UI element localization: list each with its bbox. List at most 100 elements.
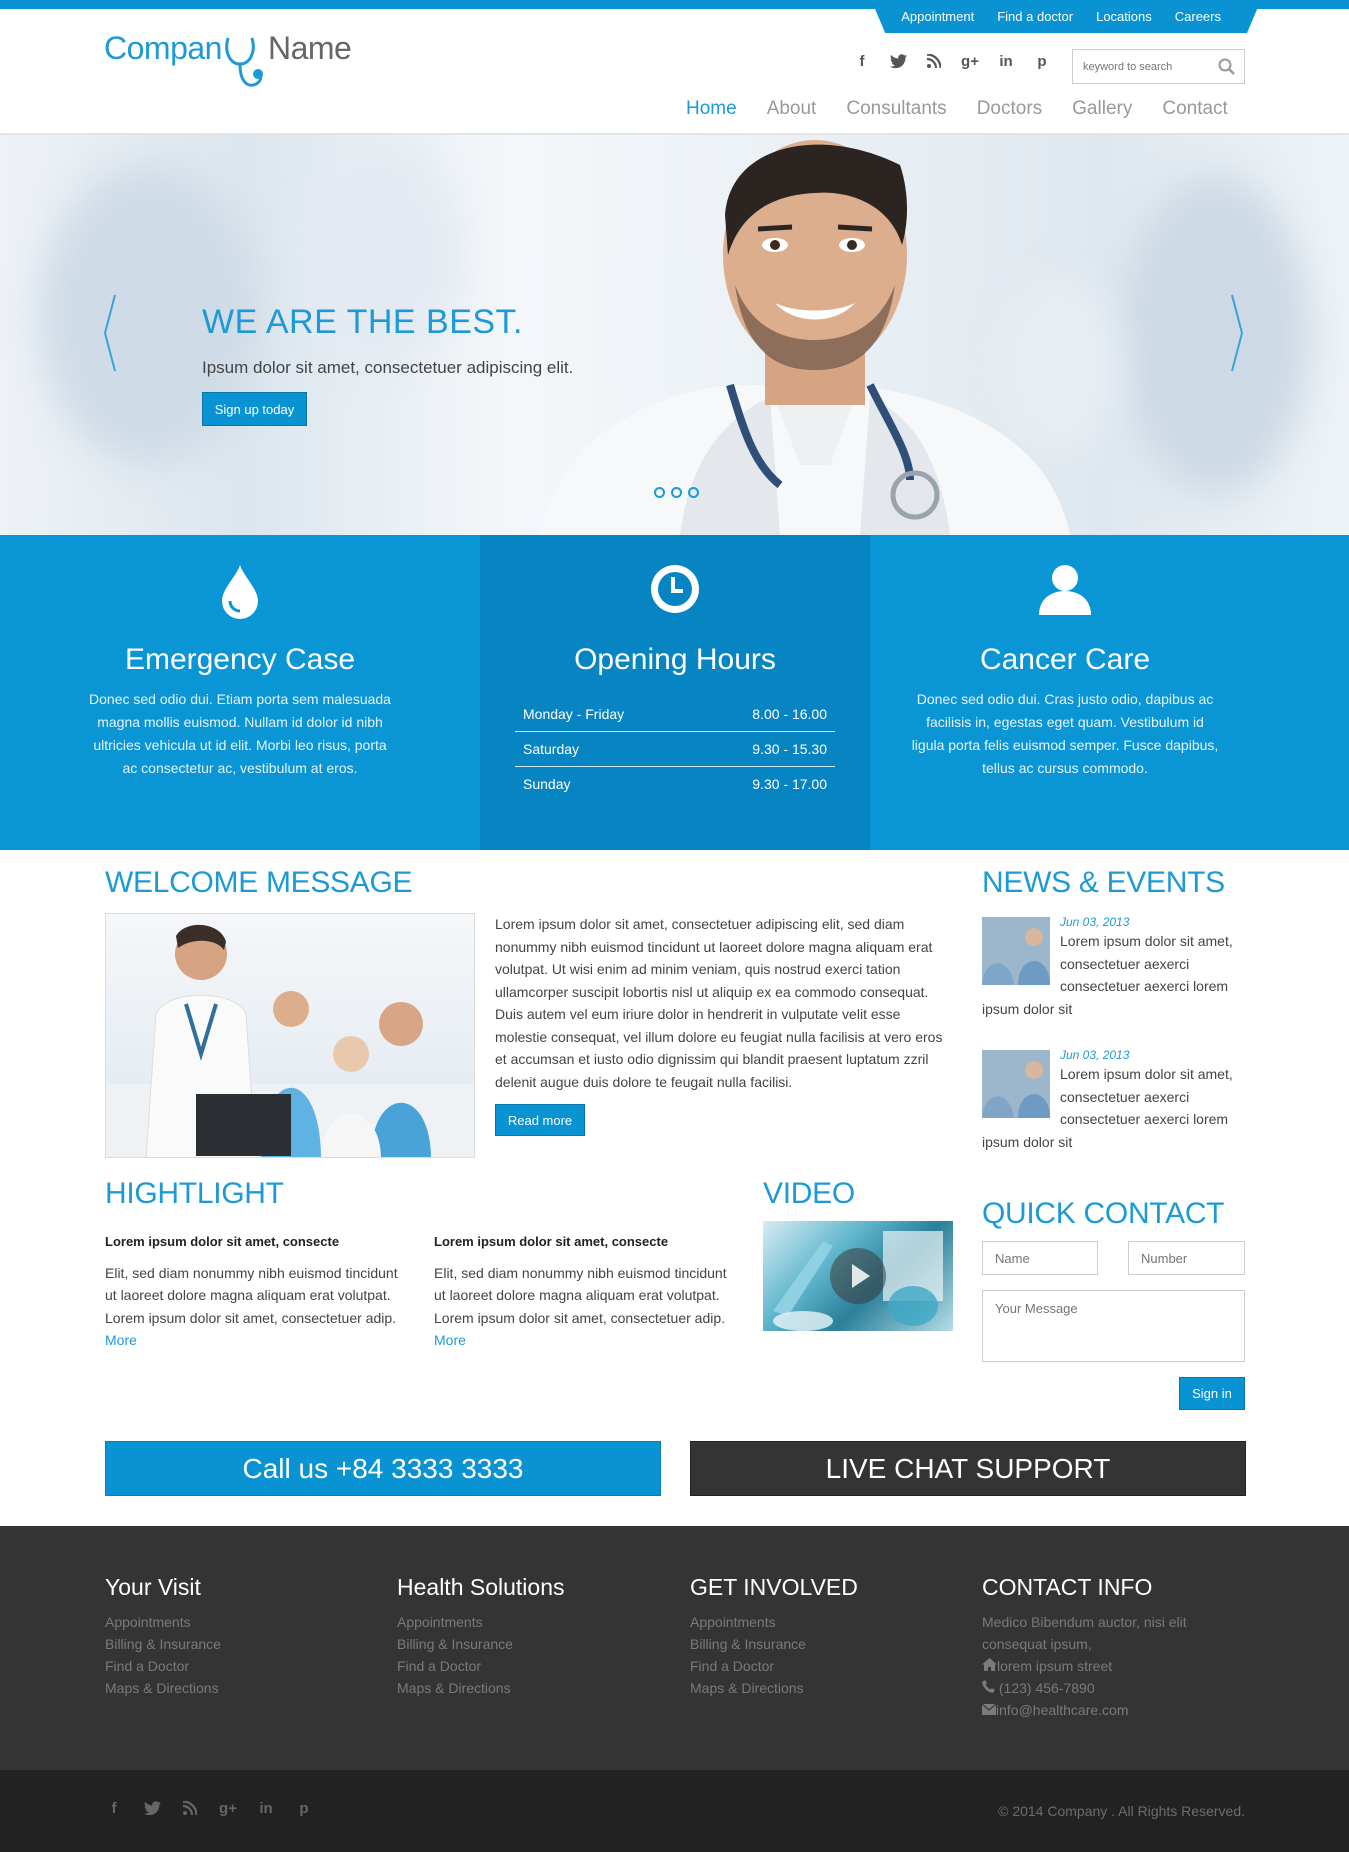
copyright-text: © 2014 Company . All Rights Reserved.: [998, 1803, 1245, 1819]
footer-link[interactable]: Find a Doctor: [397, 1655, 565, 1677]
slider-dot[interactable]: [654, 487, 665, 498]
footer-link[interactable]: Maps & Directions: [690, 1677, 858, 1699]
header-social-links: f g+ in p: [853, 52, 1051, 70]
nav-about[interactable]: About: [767, 98, 817, 120]
highlight-more-link[interactable]: More: [105, 1332, 137, 1348]
welcome-image: [105, 913, 475, 1158]
slider-dot[interactable]: [688, 487, 699, 498]
emergency-text: Donec sed odio dui. Etiam porta sem male…: [89, 691, 391, 776]
nav-home[interactable]: Home: [686, 98, 737, 120]
toplink-locations[interactable]: Locations: [1096, 9, 1152, 24]
hero-slider: WE ARE THE BEST. Ipsum dolor sit amet, c…: [0, 135, 1349, 535]
video-player[interactable]: [763, 1221, 953, 1331]
nav-gallery[interactable]: Gallery: [1072, 98, 1132, 120]
pinterest-icon[interactable]: p: [1033, 52, 1051, 70]
contact-email: info@healthcare.com: [981, 1699, 1247, 1721]
slider-dot[interactable]: [671, 487, 682, 498]
play-icon[interactable]: [830, 1248, 886, 1304]
name-field[interactable]: [982, 1241, 1098, 1275]
phone-icon: [982, 1680, 995, 1693]
footer-link[interactable]: Find a Doctor: [105, 1655, 221, 1677]
live-chat-button[interactable]: LIVE CHAT SUPPORT: [690, 1441, 1246, 1496]
contact-phone-text: (123) 456-7890: [998, 1680, 1095, 1696]
rss-icon[interactable]: [181, 1799, 199, 1817]
search-icon[interactable]: [1218, 58, 1235, 80]
facebook-icon[interactable]: f: [853, 52, 871, 70]
opening-hours-title: Opening Hours: [574, 643, 776, 676]
hours-time: 8.00 - 16.00: [752, 706, 827, 722]
home-icon: [982, 1658, 997, 1671]
emergency-title: Emergency Case: [124, 643, 356, 676]
hours-time: 9.30 - 17.00: [752, 776, 827, 792]
google-plus-icon[interactable]: g+: [961, 52, 979, 70]
toplink-appointment[interactable]: Appointment: [901, 9, 974, 24]
footer-link[interactable]: Maps & Directions: [105, 1677, 221, 1699]
footer-col-title: Your Visit: [105, 1574, 201, 1600]
call-us-banner[interactable]: Call us +84 3333 3333: [105, 1441, 661, 1496]
contact-description: Medico Bibendum auctor, nisi elit: [982, 1614, 1187, 1630]
facebook-icon[interactable]: f: [105, 1799, 123, 1817]
slider-next-arrow-icon[interactable]: [1230, 293, 1244, 378]
rss-icon[interactable]: [925, 52, 943, 70]
top-links-bar: Appointment Find a doctor Locations Care…: [871, 0, 1261, 33]
footer-col-title: Health Solutions: [397, 1574, 565, 1600]
news-item[interactable]: Jun 03, 2013 Lorem ipsum dolor sit amet,…: [982, 1047, 1247, 1153]
slider-dots: [654, 487, 699, 498]
hours-row: Monday - Friday 8.00 - 16.00: [515, 697, 835, 732]
read-more-button[interactable]: Read more: [495, 1104, 585, 1136]
footer-link[interactable]: Billing & Insurance: [397, 1633, 565, 1655]
linkedin-icon[interactable]: in: [997, 52, 1015, 70]
number-field[interactable]: [1128, 1241, 1245, 1275]
nav-consultants[interactable]: Consultants: [846, 98, 946, 120]
hours-row: Saturday 9.30 - 15.30: [515, 732, 835, 767]
nav-contact[interactable]: Contact: [1162, 98, 1227, 120]
footer-link[interactable]: Appointments: [397, 1611, 565, 1633]
highlight-text: Elit, sed diam nonummy nibh euismod tinc…: [105, 1264, 398, 1326]
pinterest-icon[interactable]: p: [295, 1799, 313, 1817]
logo[interactable]: Compan Name: [104, 30, 352, 96]
news-thumbnail: [982, 917, 1050, 985]
sign-in-button[interactable]: Sign in: [1179, 1377, 1245, 1410]
highlight-item: Lorem ipsum dolor sit amet, consecte Eli…: [105, 1231, 405, 1352]
news-item[interactable]: Jun 03, 2013 Lorem ipsum dolor sit amet,…: [982, 914, 1247, 1020]
highlight-more-link[interactable]: More: [434, 1332, 466, 1348]
water-drop-icon: [220, 563, 260, 624]
quick-contact-title: QUICK CONTACT: [982, 1197, 1225, 1230]
hours-time: 9.30 - 15.30: [752, 741, 827, 757]
footer-link[interactable]: Appointments: [105, 1611, 221, 1633]
signup-button[interactable]: Sign up today: [202, 392, 307, 426]
logo-text-name: Name: [267, 30, 352, 66]
footer-link[interactable]: Billing & Insurance: [105, 1633, 221, 1655]
cancer-care-panel: Cancer Care Donec sed odio dui. Cras jus…: [870, 535, 1260, 850]
hours-day: Monday - Friday: [523, 706, 625, 722]
cancer-care-text: Donec sed odio dui. Cras justo odio, dap…: [911, 691, 1219, 776]
news-events-title: NEWS & EVENTS: [982, 866, 1225, 899]
footer-link[interactable]: Billing & Insurance: [690, 1633, 858, 1655]
search-box: [1072, 49, 1245, 84]
footer-link[interactable]: Appointments: [690, 1611, 858, 1633]
footer-link[interactable]: Find a Doctor: [690, 1655, 858, 1677]
footer-social-links: f g+ in p: [105, 1799, 313, 1817]
highlight-heading: Lorem ipsum dolor sit amet, consecte: [434, 1234, 669, 1249]
opening-hours-table: Monday - Friday 8.00 - 16.00 Saturday 9.30…: [515, 697, 835, 801]
main-nav: Home About Consultants Doctors Gallery C…: [686, 98, 1228, 120]
contact-address-text: lorem ipsum street: [997, 1658, 1113, 1674]
hero-subtitle: Ipsum dolor sit amet, consectetuer adipi…: [202, 358, 574, 377]
contact-email-text[interactable]: info@healthcare.com: [996, 1702, 1129, 1718]
google-plus-icon[interactable]: g+: [219, 1799, 237, 1817]
twitter-icon[interactable]: [889, 52, 907, 70]
emergency-case-panel: Emergency Case Donec sed odio dui. Etiam…: [0, 535, 480, 850]
message-field[interactable]: [982, 1290, 1245, 1362]
toplink-find-doctor[interactable]: Find a doctor: [997, 9, 1073, 24]
toplink-careers[interactable]: Careers: [1175, 9, 1221, 24]
highlight-item: Lorem ipsum dolor sit amet, consecte Eli…: [434, 1231, 734, 1352]
linkedin-icon[interactable]: in: [257, 1799, 275, 1817]
highlight-text: Elit, sed diam nonummy nibh euismod tinc…: [434, 1264, 727, 1326]
user-icon: [1039, 563, 1091, 620]
nav-doctors[interactable]: Doctors: [977, 98, 1042, 120]
twitter-icon[interactable]: [143, 1799, 161, 1817]
search-input[interactable]: [1073, 50, 1208, 83]
clock-icon: [649, 563, 701, 620]
footer-link[interactable]: Maps & Directions: [397, 1677, 565, 1699]
slider-prev-arrow-icon[interactable]: [103, 293, 117, 378]
